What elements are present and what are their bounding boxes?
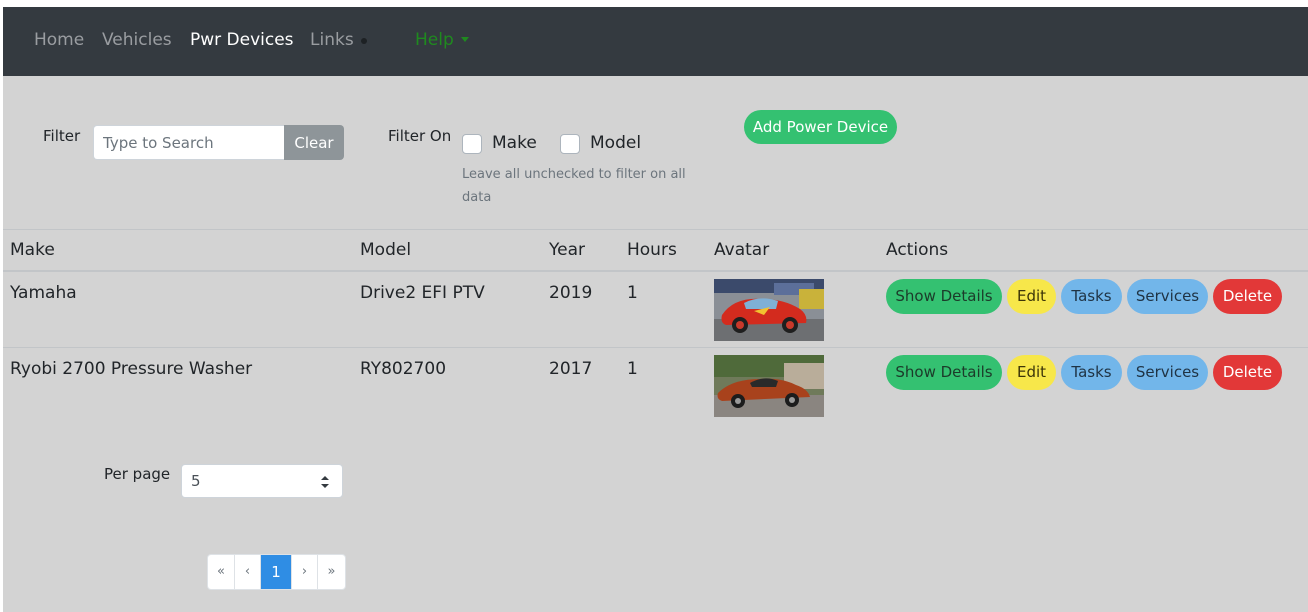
nav-pwr-devices[interactable]: Pwr Devices [190,30,294,50]
header-actions: Actions [886,240,949,260]
page: Home Vehicles Pwr Devices Links Help Fil… [3,7,1308,612]
make-checkbox-label: Make [492,133,537,153]
per-page-label: Per page [104,465,171,483]
edit-button[interactable]: Edit [1007,279,1056,314]
services-button[interactable]: Services [1127,279,1208,314]
cell-model: RY802700 [360,359,447,379]
model-checkbox[interactable] [560,134,580,154]
header-hours: Hours [627,240,677,260]
row-divider [3,347,1308,348]
top-navbar: Home Vehicles Pwr Devices Links Help [3,7,1308,76]
avatar-image [714,355,824,417]
nav-help-dropdown[interactable]: Help [415,30,469,50]
add-power-device-button[interactable]: Add Power Device [744,110,897,144]
header-year: Year [549,240,585,260]
cell-hours: 1 [627,359,638,379]
cell-make: Yamaha [10,283,77,303]
tasks-button[interactable]: Tasks [1061,355,1122,390]
edit-button[interactable]: Edit [1007,355,1056,390]
tasks-button[interactable]: Tasks [1061,279,1122,314]
clear-button[interactable]: Clear [284,125,344,160]
nav-links[interactable]: Links [310,30,354,50]
header-divider [3,270,1308,272]
dot-icon [361,38,367,44]
select-arrows-icon [321,476,329,488]
header-avatar: Avatar [714,240,770,260]
cell-model: Drive2 EFI PTV [360,283,485,303]
avatar-image [714,279,824,341]
pagination: « ‹ 1 › » [207,554,346,590]
show-details-button[interactable]: Show Details [886,355,1002,390]
model-checkbox-label: Model [590,133,642,153]
show-details-button[interactable]: Show Details [886,279,1002,314]
header-model: Model [360,240,412,260]
caret-down-icon [460,37,469,42]
prev-page-button[interactable]: ‹ [235,555,261,589]
page-1-button[interactable]: 1 [261,555,292,589]
first-page-button[interactable]: « [208,555,235,589]
per-page-select[interactable]: 5 [181,464,343,498]
per-page-value: 5 [191,472,201,490]
services-button[interactable]: Services [1127,355,1208,390]
cell-year: 2017 [549,359,593,379]
nav-home[interactable]: Home [34,30,84,50]
cell-make: Ryobi 2700 Pressure Washer [10,359,253,379]
cell-year: 2019 [549,283,593,303]
filter-on-label: Filter On [388,127,452,145]
delete-button[interactable]: Delete [1213,279,1282,314]
filter-label: Filter [43,127,81,145]
search-input[interactable] [93,125,285,160]
filter-hint: Leave all unchecked to filter on all dat… [462,167,686,205]
delete-button[interactable]: Delete [1213,355,1282,390]
nav-vehicles[interactable]: Vehicles [102,30,172,50]
last-page-button[interactable]: » [318,555,345,589]
table-top-border [3,229,1308,230]
nav-help-label: Help [415,30,454,50]
make-checkbox[interactable] [462,134,482,154]
header-make: Make [10,240,55,260]
next-page-button[interactable]: › [292,555,318,589]
cell-hours: 1 [627,283,638,303]
